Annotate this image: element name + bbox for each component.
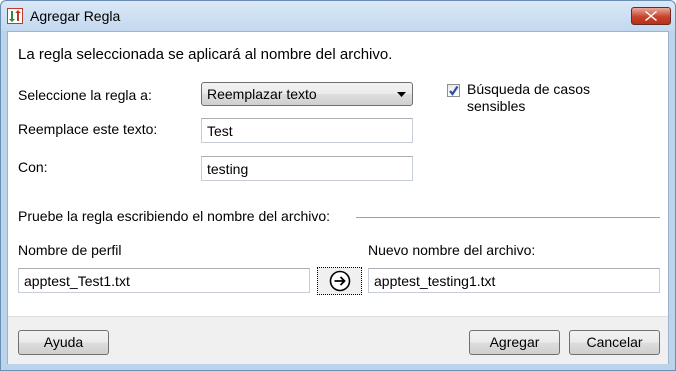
case-sensitive-checkbox[interactable] <box>447 84 460 97</box>
with-label: Con: <box>18 159 48 175</box>
test-rule-button[interactable] <box>317 267 362 295</box>
replace-text-input[interactable]: Test <box>201 118 413 143</box>
close-button[interactable] <box>631 7 671 25</box>
test-group-label: Pruebe la regla escribiendo el nombre de… <box>18 208 331 224</box>
chevron-down-icon <box>397 92 406 97</box>
new-file-name-output[interactable]: apptest_testing1.txt <box>368 268 660 293</box>
with-text-input[interactable]: testing <box>201 156 413 181</box>
help-button[interactable]: Ayuda <box>18 330 109 355</box>
arrow-right-circle-icon <box>329 270 351 292</box>
group-separator <box>356 217 660 218</box>
rule-label: Seleccione la regla a: <box>18 87 152 103</box>
rule-select[interactable]: Reemplazar texto <box>201 82 413 106</box>
close-icon <box>645 11 657 21</box>
replace-label: Reemplace este texto: <box>18 121 158 137</box>
button-bar: Ayuda Agregar Cancelar <box>8 316 668 364</box>
dialog-content: La regla seleccionada se aplicará al nom… <box>7 31 669 364</box>
case-sensitive-label: Búsqueda de casos sensibles <box>467 81 590 114</box>
profile-name-input[interactable]: apptest_Test1.txt <box>18 268 310 293</box>
title-bar[interactable]: Agregar Regla <box>1 1 675 31</box>
rename-rule-icon <box>7 8 23 24</box>
rule-select-value: Reemplazar texto <box>207 86 317 102</box>
new-file-name-label: Nuevo nombre del archivo: <box>368 242 536 258</box>
intro-text: La regla seleccionada se aplicará al nom… <box>18 46 393 63</box>
profile-name-label: Nombre de perfil <box>18 242 122 258</box>
add-button[interactable]: Agregar <box>469 330 560 355</box>
window-title: Agregar Regla <box>30 8 121 24</box>
checkmark-icon <box>449 85 459 96</box>
cancel-button[interactable]: Cancelar <box>569 330 660 355</box>
dialog-window: Agregar Regla La regla seleccionada se a… <box>0 0 676 371</box>
